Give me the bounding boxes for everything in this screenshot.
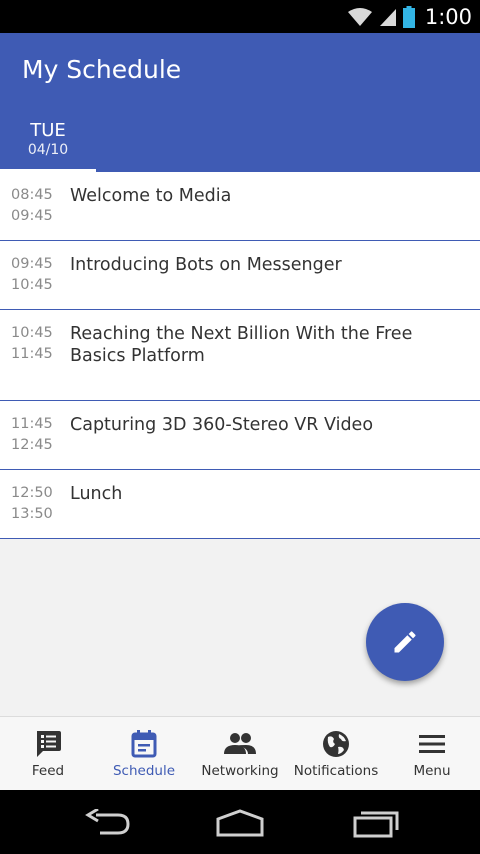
battery-icon bbox=[402, 5, 415, 28]
status-bar: 1:00 bbox=[0, 0, 480, 33]
nav-item-schedule[interactable]: Schedule bbox=[96, 717, 192, 791]
session-end-time: 10:45 bbox=[11, 277, 53, 293]
nav-label: Schedule bbox=[112, 763, 176, 779]
recents-icon bbox=[353, 811, 399, 838]
nav-item-feed[interactable]: Feed bbox=[0, 717, 96, 791]
people-icon bbox=[224, 733, 256, 754]
session-item[interactable]: 11:45 12:45 Capturing 3D 360-Stereo VR V… bbox=[0, 401, 480, 470]
page-title: My Schedule bbox=[22, 55, 182, 84]
session-times: 12:50 13:50 bbox=[11, 483, 61, 525]
session-end-time: 11:45 bbox=[11, 346, 53, 362]
session-start-time: 08:45 bbox=[11, 187, 53, 203]
app-bar: My Schedule TUE 04/10 bbox=[0, 33, 480, 172]
tab-date: 04/10 bbox=[27, 142, 69, 158]
recents-button[interactable] bbox=[345, 806, 405, 840]
session-times: 10:45 11:45 bbox=[11, 323, 61, 365]
home-icon bbox=[216, 809, 264, 837]
feed-icon bbox=[37, 731, 61, 757]
bottom-nav: Feed Schedule Networking Notifications M… bbox=[0, 716, 480, 790]
globe-icon bbox=[323, 731, 349, 757]
back-button[interactable] bbox=[77, 806, 137, 840]
session-start-time: 12:50 bbox=[11, 485, 53, 501]
pencil-icon bbox=[394, 631, 416, 653]
status-time: 1:00 bbox=[424, 4, 472, 29]
nav-label: Feed bbox=[31, 763, 65, 779]
tab-day-of-week: TUE bbox=[30, 120, 66, 141]
session-end-time: 12:45 bbox=[11, 437, 53, 453]
session-item[interactable]: 08:45 09:45 Welcome to Media bbox=[0, 172, 480, 241]
hamburger-icon bbox=[419, 735, 445, 753]
session-times: 08:45 09:45 bbox=[11, 185, 61, 227]
home-button[interactable] bbox=[210, 806, 270, 840]
nav-label: Notifications bbox=[293, 763, 379, 779]
session-start-time: 09:45 bbox=[11, 256, 53, 272]
back-icon bbox=[85, 809, 130, 835]
session-end-time: 09:45 bbox=[11, 208, 53, 224]
calendar-icon bbox=[131, 730, 157, 758]
session-item[interactable]: 09:45 10:45 Introducing Bots on Messenge… bbox=[0, 241, 480, 310]
session-item[interactable]: 12:50 13:50 Lunch bbox=[0, 470, 480, 539]
session-start-time: 10:45 bbox=[11, 325, 53, 341]
nav-item-menu[interactable]: Menu bbox=[384, 717, 480, 791]
tab-day[interactable]: TUE 04/10 bbox=[0, 117, 96, 172]
session-title: Introducing Bots on Messenger bbox=[70, 255, 342, 275]
session-item[interactable]: 10:45 11:45 Reaching the Next Billion Wi… bbox=[0, 310, 480, 401]
wifi-icon bbox=[347, 7, 372, 26]
edit-fab-button[interactable] bbox=[366, 603, 444, 681]
nav-label: Menu bbox=[413, 763, 451, 779]
session-times: 11:45 12:45 bbox=[11, 414, 61, 456]
signal-icon bbox=[379, 8, 396, 26]
session-end-time: 13:50 bbox=[11, 506, 53, 522]
nav-label: Networking bbox=[201, 763, 279, 779]
session-title: Reaching the Next Billion With the Free … bbox=[70, 324, 413, 366]
session-title: Lunch bbox=[70, 484, 123, 504]
nav-item-notifications[interactable]: Notifications bbox=[288, 717, 384, 791]
system-nav-bar bbox=[0, 790, 480, 854]
session-title: Capturing 3D 360-Stereo VR Video bbox=[70, 415, 374, 435]
session-start-time: 11:45 bbox=[11, 416, 53, 432]
session-times: 09:45 10:45 bbox=[11, 254, 61, 296]
session-list: 08:45 09:45 Welcome to Media 09:45 10:45… bbox=[0, 172, 480, 539]
session-title: Welcome to Media bbox=[70, 186, 232, 206]
nav-item-networking[interactable]: Networking bbox=[192, 717, 288, 791]
